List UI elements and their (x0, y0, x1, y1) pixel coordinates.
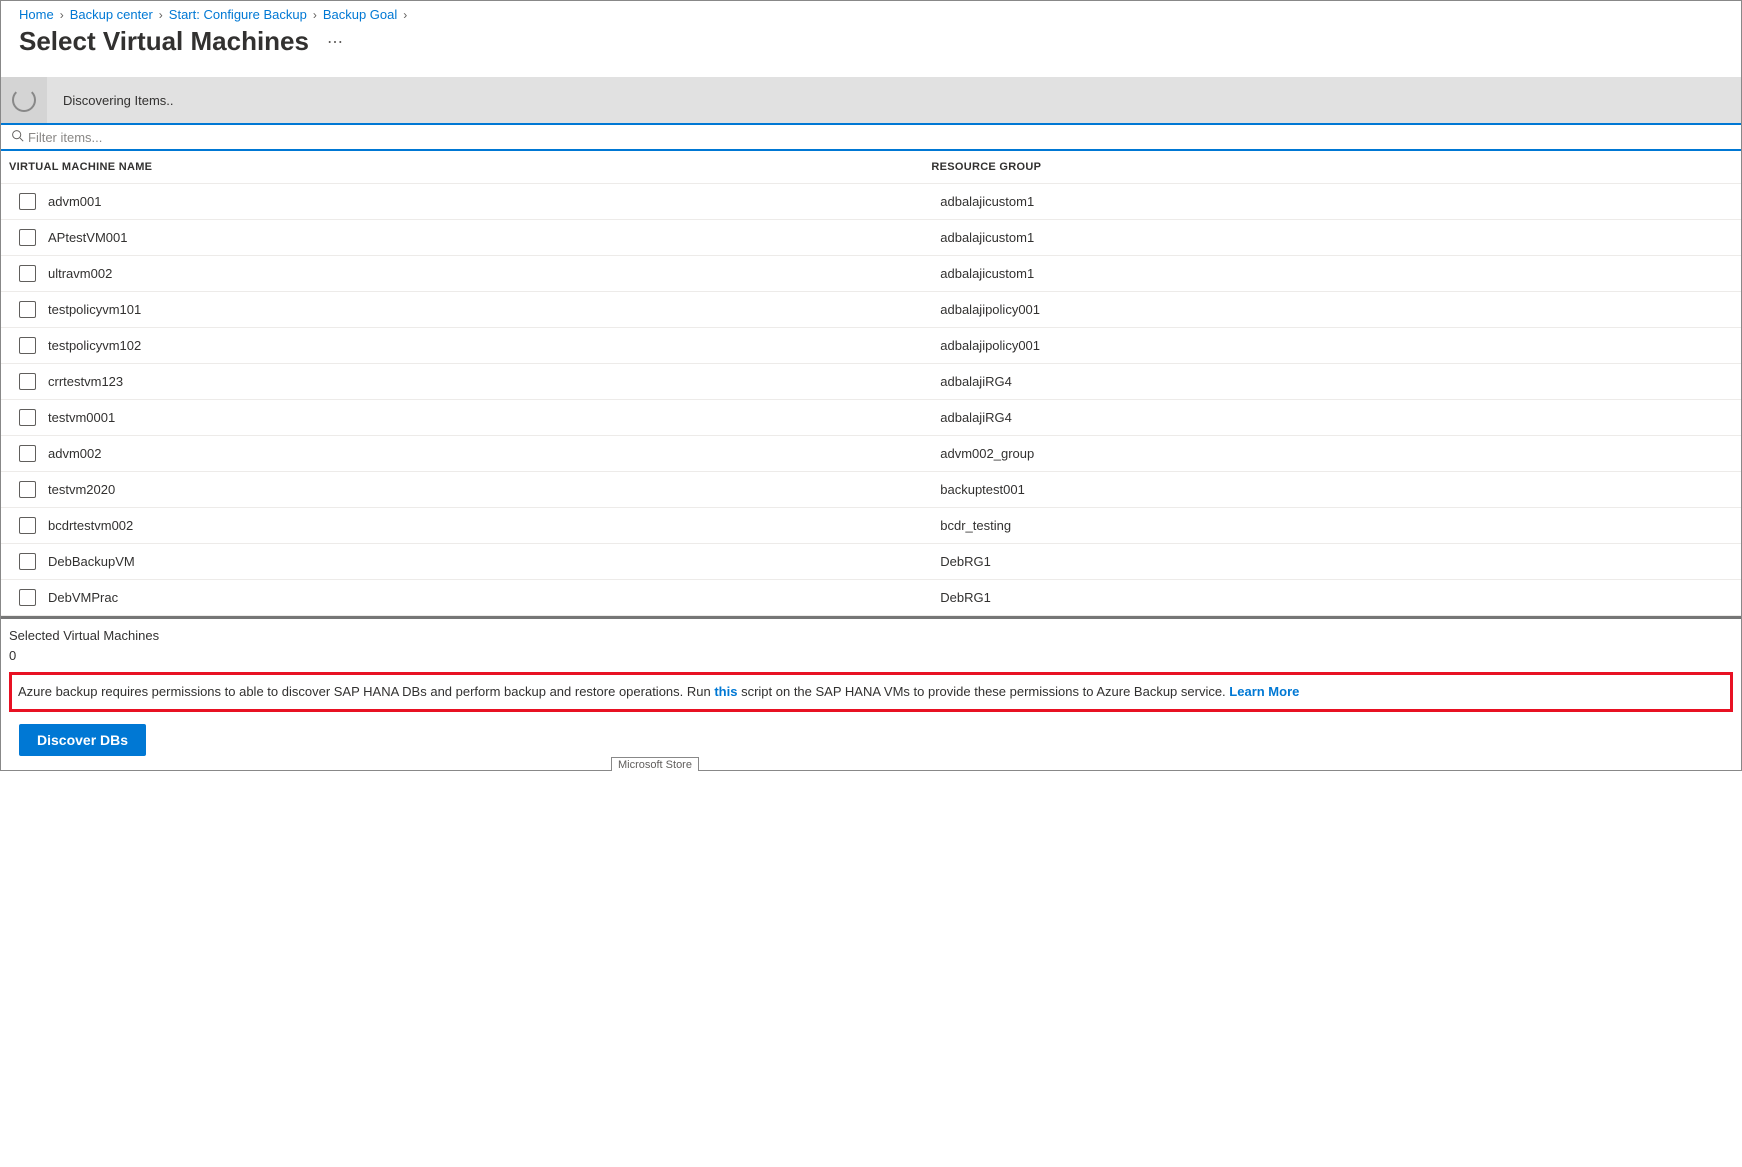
vm-name: bcdrtestvm002 (48, 518, 133, 533)
row-checkbox[interactable] (19, 445, 36, 462)
vm-name: APtestVM001 (48, 230, 128, 245)
selected-count: 0 (9, 648, 1733, 663)
resource-group-name: adbalajicustom1 (940, 230, 1741, 245)
selected-label: Selected Virtual Machines (9, 628, 1733, 643)
table-row[interactable]: ultravm002 adbalajicustom1 (1, 256, 1741, 292)
vm-name: advm002 (48, 446, 101, 461)
vm-name: testpolicyvm102 (48, 338, 141, 353)
col-header-resource-group: RESOURCE GROUP (931, 161, 1733, 173)
filter-input[interactable] (28, 130, 1731, 145)
row-checkbox[interactable] (19, 589, 36, 606)
table-header: VIRTUAL MACHINE NAME RESOURCE GROUP (1, 151, 1741, 184)
row-checkbox[interactable] (19, 193, 36, 210)
breadcrumb-configure-backup[interactable]: Start: Configure Backup (169, 7, 307, 22)
table-row[interactable]: APtestVM001 adbalajicustom1 (1, 220, 1741, 256)
chevron-right-icon: › (313, 8, 317, 22)
vm-name: crrtestvm123 (48, 374, 123, 389)
loading-spinner-icon (12, 88, 36, 112)
table-row[interactable]: testpolicyvm101 adbalajipolicy001 (1, 292, 1741, 328)
resource-group-name: adbalajipolicy001 (940, 302, 1741, 317)
resource-group-name: adbalajipolicy001 (940, 338, 1741, 353)
script-link[interactable]: this (714, 684, 737, 699)
filter-row (1, 123, 1741, 151)
table-row[interactable]: advm001 adbalajicustom1 (1, 184, 1741, 220)
row-checkbox[interactable] (19, 409, 36, 426)
chevron-right-icon: › (60, 8, 64, 22)
table-row[interactable]: DebVMPrac DebRG1 (1, 580, 1741, 616)
resource-group-name: adbalajicustom1 (940, 266, 1741, 281)
resource-group-name: adbalajiRG4 (940, 374, 1741, 389)
col-header-vm-name: VIRTUAL MACHINE NAME (9, 161, 931, 173)
table-row[interactable]: crrtestvm123 adbalajiRG4 (1, 364, 1741, 400)
chevron-right-icon: › (403, 8, 407, 22)
row-checkbox[interactable] (19, 301, 36, 318)
resource-group-name: DebRG1 (940, 554, 1741, 569)
page-title: Select Virtual Machines (19, 26, 309, 57)
selected-section: Selected Virtual Machines 0 (1, 619, 1741, 672)
discover-dbs-button[interactable]: Discover DBs (19, 724, 146, 756)
row-checkbox[interactable] (19, 373, 36, 390)
notice-text-pre: Azure backup requires permissions to abl… (18, 684, 714, 699)
learn-more-link[interactable]: Learn More (1229, 684, 1299, 699)
vm-name: testvm2020 (48, 482, 115, 497)
vm-name: testpolicyvm101 (48, 302, 141, 317)
more-actions-icon[interactable]: ⋯ (327, 32, 345, 52)
vm-name: DebBackupVM (48, 554, 135, 569)
resource-group-name: advm002_group (940, 446, 1741, 461)
table-row[interactable]: advm002 advm002_group (1, 436, 1741, 472)
status-text: Discovering Items.. (47, 93, 174, 108)
row-checkbox[interactable] (19, 229, 36, 246)
vm-name: ultravm002 (48, 266, 112, 281)
vm-name: testvm0001 (48, 410, 115, 425)
table-row[interactable]: testvm2020 backuptest001 (1, 472, 1741, 508)
vm-name: advm001 (48, 194, 101, 209)
resource-group-name: backuptest001 (940, 482, 1741, 497)
resource-group-name: adbalajicustom1 (940, 194, 1741, 209)
table-row[interactable]: testvm0001 adbalajiRG4 (1, 400, 1741, 436)
table-row[interactable]: testpolicyvm102 adbalajipolicy001 (1, 328, 1741, 364)
row-checkbox[interactable] (19, 337, 36, 354)
breadcrumb: Home › Backup center › Start: Configure … (1, 1, 1741, 24)
table-row[interactable]: bcdrtestvm002 bcdr_testing (1, 508, 1741, 544)
vm-name: DebVMPrac (48, 590, 118, 605)
chevron-right-icon: › (159, 8, 163, 22)
search-icon (11, 129, 24, 145)
breadcrumb-backup-center[interactable]: Backup center (70, 7, 153, 22)
permissions-notice: Azure backup requires permissions to abl… (9, 672, 1733, 712)
status-bar: Discovering Items.. (1, 77, 1741, 123)
row-checkbox[interactable] (19, 553, 36, 570)
resource-group-name: bcdr_testing (940, 518, 1741, 533)
table-row[interactable]: DebBackupVM DebRG1 (1, 544, 1741, 580)
breadcrumb-home[interactable]: Home (19, 7, 54, 22)
row-checkbox[interactable] (19, 517, 36, 534)
resource-group-name: adbalajiRG4 (940, 410, 1741, 425)
table-body: advm001 adbalajicustom1 APtestVM001 adba… (1, 184, 1741, 616)
notice-text-mid: script on the SAP HANA VMs to provide th… (737, 684, 1229, 699)
breadcrumb-backup-goal[interactable]: Backup Goal (323, 7, 397, 22)
spinner-box (1, 77, 47, 123)
row-checkbox[interactable] (19, 265, 36, 282)
ms-store-tooltip: Microsoft Store (611, 757, 699, 771)
row-checkbox[interactable] (19, 481, 36, 498)
resource-group-name: DebRG1 (940, 590, 1741, 605)
